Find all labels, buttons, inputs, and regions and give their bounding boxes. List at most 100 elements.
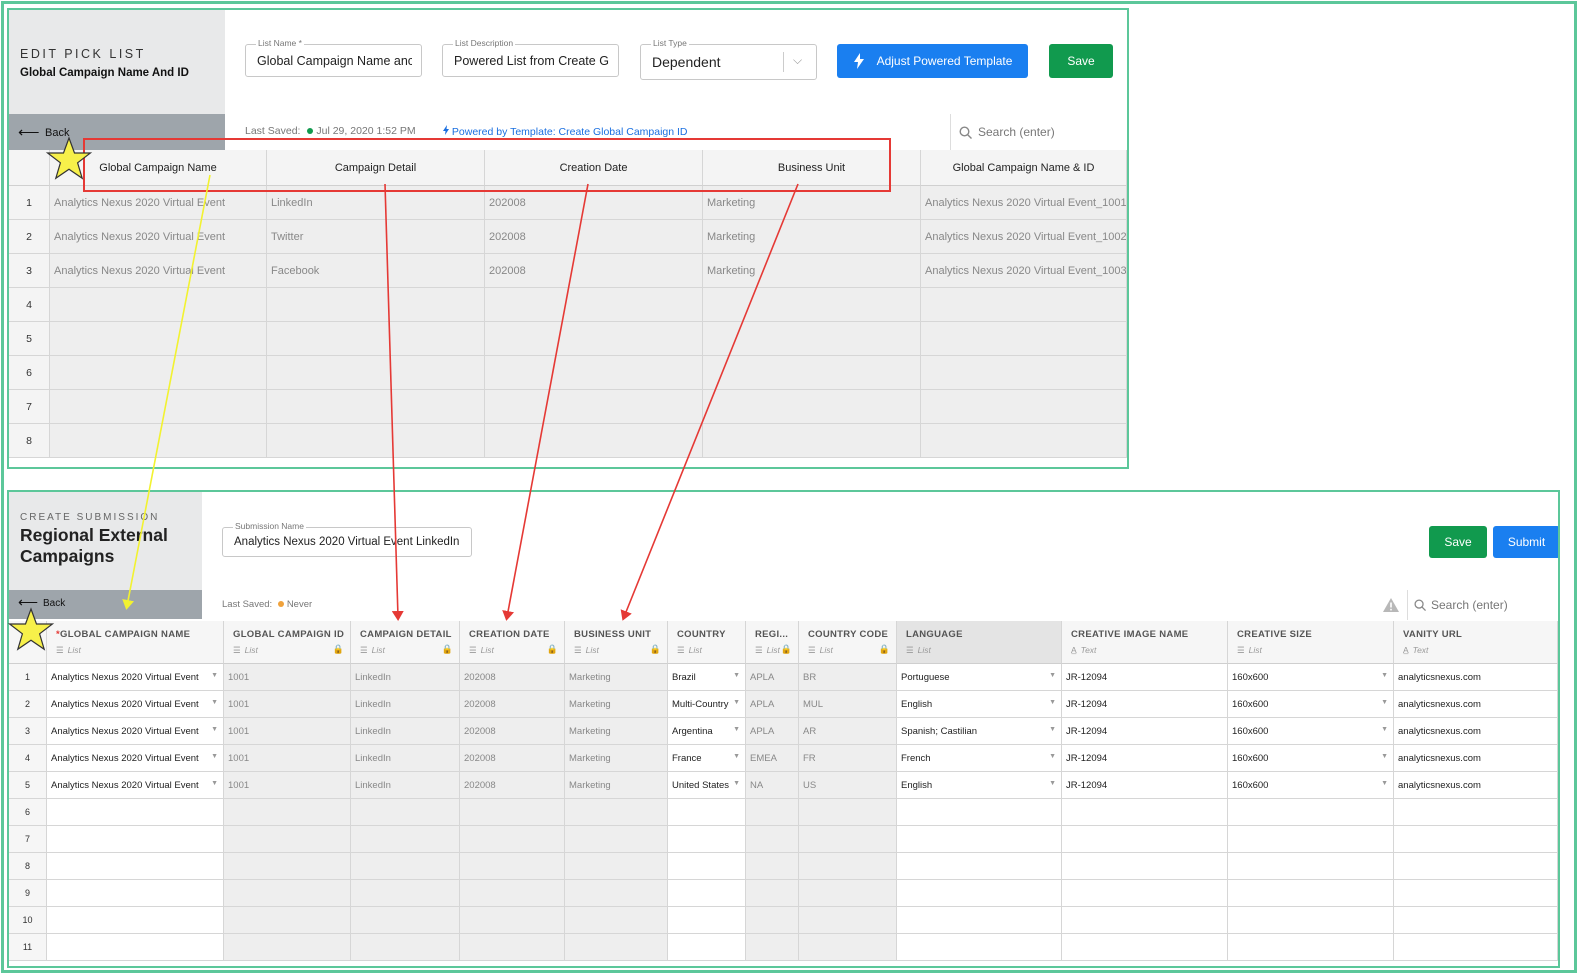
column-header[interactable]: Global Campaign Name [50, 150, 267, 186]
grid-cell[interactable]: Marketing [565, 691, 668, 718]
grid-cell[interactable] [460, 907, 565, 934]
grid-cell[interactable]: 160x600 ▼ [1228, 691, 1394, 718]
grid-cell[interactable] [921, 322, 1127, 356]
grid-cell[interactable]: Analytics Nexus 2020 Virtual Event ▼ [47, 718, 224, 745]
grid-cell[interactable]: 1001 [224, 664, 351, 691]
grid-cell[interactable]: Marketing [703, 220, 921, 254]
grid-cell[interactable]: Marketing [565, 664, 668, 691]
grid-cell[interactable]: APLA [746, 691, 799, 718]
back-arrow-icon[interactable]: ⟵ [18, 123, 40, 141]
grid-cell[interactable]: Spanish; Castilian ▼ [897, 718, 1062, 745]
grid-cell[interactable] [897, 934, 1062, 961]
grid-cell[interactable] [1394, 934, 1558, 961]
grid-cell[interactable] [460, 799, 565, 826]
column-header[interactable]: CREATIVE SIZE ☰ List [1228, 621, 1394, 664]
dropdown-icon[interactable]: ▼ [211, 753, 218, 760]
column-header[interactable]: VANITY URL A̲ Text [1394, 621, 1558, 664]
grid-cell[interactable] [668, 934, 746, 961]
grid-cell[interactable]: Brazil ▼ [668, 664, 746, 691]
grid-cell[interactable] [746, 853, 799, 880]
grid-cell[interactable]: 1001 [224, 718, 351, 745]
grid-cell[interactable] [351, 826, 460, 853]
grid-cell[interactable] [485, 356, 703, 390]
submission-name-field[interactable]: Submission Name Analytics Nexus 2020 Vir… [222, 521, 472, 557]
column-header[interactable]: CAMPAIGN DETAIL ☰ List 🔒 [351, 621, 460, 664]
grid-cell[interactable]: French ▼ [897, 745, 1062, 772]
grid-cell[interactable]: 160x600 ▼ [1228, 718, 1394, 745]
grid-cell[interactable] [921, 390, 1127, 424]
column-header[interactable]: REGI... ☰ List 🔒 [746, 621, 799, 664]
grid-cell[interactable]: Analytics Nexus 2020 Virtual Event_1002 [921, 220, 1127, 254]
grid-cell[interactable] [224, 880, 351, 907]
grid-cell[interactable] [921, 424, 1127, 458]
grid-cell[interactable] [668, 826, 746, 853]
grid-cell[interactable] [897, 799, 1062, 826]
grid-cell[interactable] [47, 934, 224, 961]
back-bar[interactable]: ⟵ Back [9, 114, 225, 150]
grid-cell[interactable] [485, 288, 703, 322]
grid-cell[interactable] [267, 390, 485, 424]
grid-cell[interactable]: Analytics Nexus 2020 Virtual Event_1003 [921, 254, 1127, 288]
grid-cell[interactable] [1228, 907, 1394, 934]
grid-cell[interactable]: FR [799, 745, 897, 772]
dropdown-icon[interactable]: ▼ [1381, 699, 1388, 706]
grid-cell[interactable]: 1001 [224, 772, 351, 799]
grid-cell[interactable]: Marketing [565, 718, 668, 745]
grid-cell[interactable] [1062, 934, 1228, 961]
grid-cell[interactable]: analyticsnexus.com [1394, 664, 1558, 691]
grid-cell[interactable]: analyticsnexus.com [1394, 745, 1558, 772]
grid-cell[interactable]: LinkedIn [351, 718, 460, 745]
column-header[interactable]: Business Unit [703, 150, 921, 186]
grid-cell[interactable] [668, 853, 746, 880]
dropdown-icon[interactable]: ▼ [733, 699, 740, 706]
grid-cell[interactable] [1394, 799, 1558, 826]
save-button[interactable]: Save [1429, 526, 1487, 558]
adjust-powered-template-button[interactable]: Adjust Powered Template [837, 44, 1028, 78]
grid-cell[interactable]: 1001 [224, 691, 351, 718]
grid-cell[interactable] [460, 853, 565, 880]
grid-cell[interactable]: LinkedIn [351, 772, 460, 799]
grid-cell[interactable] [50, 322, 267, 356]
grid-cell[interactable]: 202008 [485, 220, 703, 254]
grid-cell[interactable]: 160x600 ▼ [1228, 664, 1394, 691]
grid-cell[interactable] [703, 322, 921, 356]
column-header[interactable]: LANGUAGE ☰ List [897, 621, 1062, 664]
grid-cell[interactable] [746, 799, 799, 826]
grid-cell[interactable]: 1001 [224, 745, 351, 772]
grid-cell[interactable] [1062, 826, 1228, 853]
grid-cell[interactable] [565, 934, 668, 961]
grid-cell[interactable]: Analytics Nexus 2020 Virtual Event ▼ [47, 745, 224, 772]
grid-cell[interactable]: Marketing [565, 745, 668, 772]
grid-cell[interactable] [1394, 853, 1558, 880]
grid-cell[interactable]: JR-12094 [1062, 772, 1228, 799]
grid-cell[interactable] [897, 826, 1062, 853]
grid-cell[interactable] [921, 356, 1127, 390]
grid-cell[interactable] [703, 288, 921, 322]
list-description-field[interactable]: List Description Powered List from Creat… [442, 38, 619, 77]
grid-cell[interactable] [485, 322, 703, 356]
grid-cell[interactable] [668, 799, 746, 826]
dropdown-icon[interactable]: ▼ [1049, 672, 1056, 679]
grid-cell[interactable] [921, 288, 1127, 322]
column-header[interactable]: *GLOBAL CAMPAIGN NAME ☰ List [47, 621, 224, 664]
grid-cell[interactable]: Analytics Nexus 2020 Virtual Event ▼ [47, 664, 224, 691]
grid-cell[interactable]: United States ▼ [668, 772, 746, 799]
grid-cell[interactable]: Marketing [703, 254, 921, 288]
grid-cell[interactable] [746, 934, 799, 961]
grid-cell[interactable]: Twitter [267, 220, 485, 254]
back-link[interactable]: Back [45, 127, 69, 139]
grid-cell[interactable] [351, 853, 460, 880]
grid-cell[interactable]: 202008 [460, 691, 565, 718]
grid-cell[interactable] [1228, 853, 1394, 880]
search-box[interactable]: Search (enter) [950, 114, 1127, 150]
dropdown-icon[interactable]: ▼ [733, 780, 740, 787]
back-arrow-icon[interactable]: ⟵ [18, 594, 38, 611]
grid-cell[interactable] [897, 907, 1062, 934]
grid-cell[interactable] [799, 880, 897, 907]
grid-cell[interactable]: English ▼ [897, 691, 1062, 718]
grid-cell[interactable] [351, 934, 460, 961]
dropdown-icon[interactable]: ▼ [211, 672, 218, 679]
grid-cell[interactable]: France ▼ [668, 745, 746, 772]
grid-cell[interactable]: Analytics Nexus 2020 Virtual Event [50, 186, 267, 220]
grid-cell[interactable] [703, 424, 921, 458]
